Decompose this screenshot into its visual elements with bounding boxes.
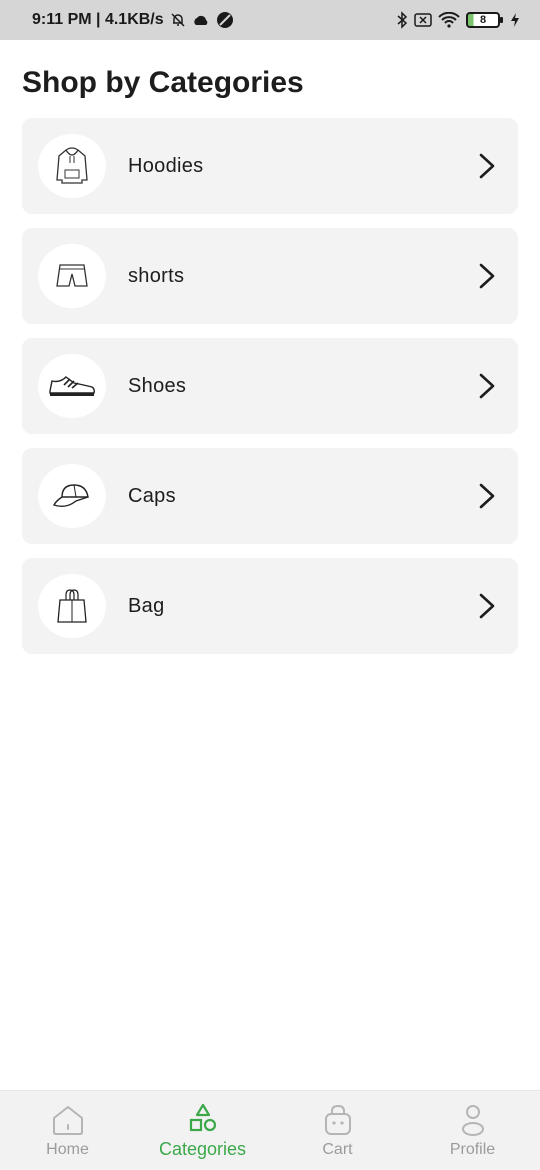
status-left: 9:11 PM | 4.1KB/s <box>32 11 234 29</box>
category-list: Hoodies shorts Shoes Caps Bag <box>22 118 518 668</box>
category-label: Caps <box>128 484 176 507</box>
cart-icon <box>324 1104 351 1135</box>
categories-icon <box>189 1103 216 1132</box>
home-icon <box>52 1105 83 1135</box>
battery-indicator: 8 <box>466 12 503 28</box>
category-thumbnail <box>38 134 106 198</box>
chevron-right-icon <box>479 263 495 289</box>
category-thumbnail <box>38 244 106 308</box>
sim-x-icon <box>414 12 432 28</box>
nav-item-home[interactable]: Home <box>0 1091 135 1170</box>
category-item-shoes[interactable]: Shoes <box>22 338 518 434</box>
chevron-right-icon <box>479 153 495 179</box>
category-label: shorts <box>128 264 185 287</box>
nav-label: Cart <box>322 1140 353 1158</box>
bluetooth-icon <box>396 11 408 29</box>
status-time-speed: 9:11 PM | 4.1KB/s <box>32 11 164 28</box>
chevron-right-icon <box>479 373 495 399</box>
shorts-icon <box>56 264 88 287</box>
cloud-icon <box>192 13 210 27</box>
category-item-bag[interactable]: Bag <box>22 558 518 654</box>
nav-label: Categories <box>158 1139 247 1159</box>
category-thumbnail <box>38 574 106 638</box>
hoodie-icon <box>56 147 88 184</box>
nav-label: Home <box>46 1140 89 1158</box>
app-notification-icon <box>216 11 234 29</box>
nav-item-categories[interactable]: Categories <box>135 1091 270 1170</box>
cap-icon <box>53 484 89 508</box>
bottom-nav: Home Categories Cart Profile <box>0 1090 540 1170</box>
profile-icon <box>461 1104 484 1136</box>
status-right: 8 <box>396 11 520 29</box>
category-item-hoodies[interactable]: Hoodies <box>22 118 518 214</box>
shoe-icon <box>49 376 95 396</box>
nav-item-profile[interactable]: Profile <box>405 1091 540 1170</box>
bell-off-icon <box>170 12 186 28</box>
category-item-caps[interactable]: Caps <box>22 448 518 544</box>
bag-icon <box>57 589 87 623</box>
page-title: Shop by Categories <box>22 66 304 99</box>
nav-item-cart[interactable]: Cart <box>270 1091 405 1170</box>
category-item-shorts[interactable]: shorts <box>22 228 518 324</box>
charging-bolt-icon <box>510 12 520 28</box>
category-thumbnail <box>38 354 106 418</box>
category-thumbnail <box>38 464 106 528</box>
status-bar: 9:11 PM | 4.1KB/s 8 <box>0 0 540 40</box>
category-label: Shoes <box>128 374 187 397</box>
category-label: Bag <box>128 594 165 617</box>
chevron-right-icon <box>479 483 495 509</box>
nav-label: Profile <box>449 1140 496 1158</box>
category-label: Hoodies <box>128 154 204 177</box>
wifi-icon <box>438 12 460 28</box>
chevron-right-icon <box>479 593 495 619</box>
